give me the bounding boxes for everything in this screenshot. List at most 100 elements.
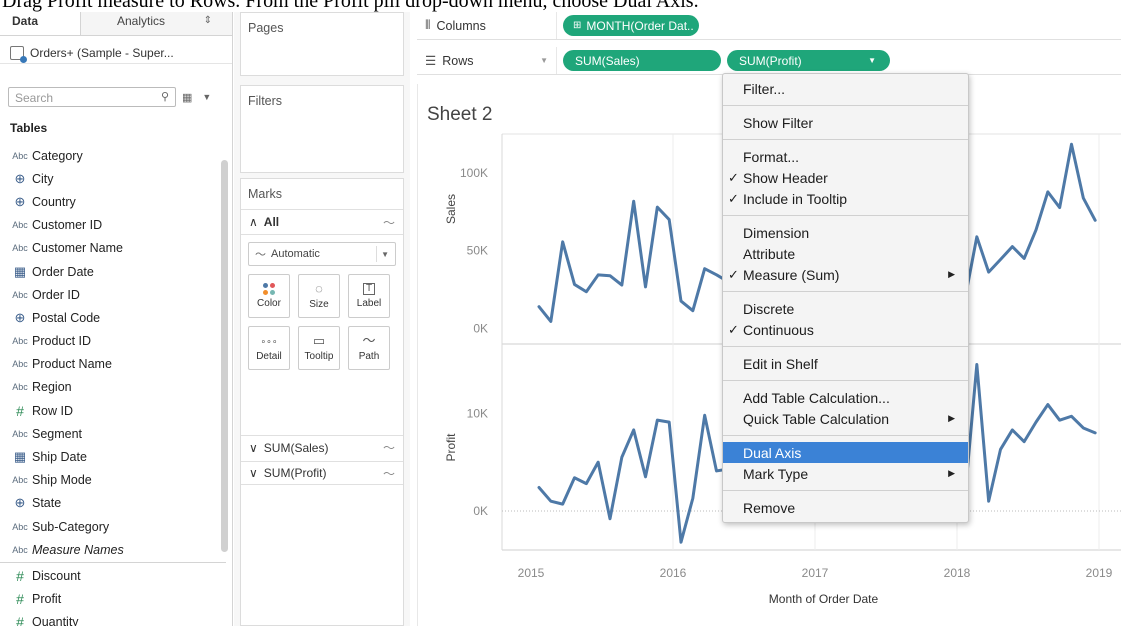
sales-line-segment [537,199,730,323]
field-ship-mode[interactable]: Abc Ship Mode [0,469,220,492]
field-name: Measure Names [32,542,124,557]
field-name: Profit [32,592,62,607]
menu-item-label: Show Header [743,169,828,186]
path-button[interactable]: 〜 Path [348,326,390,370]
menu-item-label: Dimension [743,224,810,241]
marks-profit-section[interactable]: ∨ SUM(Profit) 〜 [241,461,403,485]
field-region[interactable]: Abc Region [0,376,220,399]
marks-all-section[interactable]: ∧ All 〜 [241,209,403,235]
tab-analytics[interactable]: Analytics ⇕ [80,12,232,35]
month-order-date-pill[interactable]: ⊞ MONTH(Order Dat.. [563,15,699,36]
field-customer-id[interactable]: Abc Customer ID [0,214,220,237]
menu-separator [723,346,968,347]
globe-icon: ⊕ [14,170,26,186]
line-mark-icon: 〜 [382,466,395,481]
data-pane: Data Analytics ⇕ Orders+ (Sample - Super… [0,12,233,626]
menu-item-show-header[interactable]: ✓ Show Header [723,167,968,188]
menu-item-mark-type[interactable]: Mark Type ▶ [723,463,968,484]
menu-separator [723,490,968,491]
sales-pill-label: SUM(Sales) [575,53,640,68]
pages-card[interactable]: Pages [240,12,404,76]
chevron-down-icon[interactable]: ▼ [868,56,876,65]
sort-icon[interactable]: ⇕ [204,15,212,26]
menu-item-measure-sum[interactable]: ✓ Measure (Sum) ▶ [723,264,968,285]
menu-item-filter[interactable]: Filter... [723,78,968,99]
field-sub-category[interactable]: Abc Sub-Category [0,515,220,538]
field-postal-code[interactable]: ⊕ Postal Code [0,306,220,329]
field-city[interactable]: ⊕ City [0,167,220,190]
field-ship-date[interactable]: ▦ Ship Date [0,445,220,468]
detail-icon: ∘∘∘ [260,336,278,346]
sum-sales-pill[interactable]: SUM(Sales) [563,50,721,71]
y-tick-label: 100K [460,166,488,180]
menu-item-dual-axis[interactable]: Dual Axis [723,442,968,463]
menu-item-discrete[interactable]: Discrete [723,298,968,319]
tab-data[interactable]: Data [0,12,80,35]
detail-button[interactable]: ∘∘∘ Detail [248,326,290,370]
field-measure-names[interactable]: Abc Measure Names [0,538,220,561]
filters-card-title: Filters [248,94,283,108]
chevron-down-icon[interactable]: ▼ [540,56,548,65]
chevron-up-icon: ∧ [249,215,258,229]
datasource-icon [10,45,27,63]
field-name: Postal Code [32,310,101,325]
size-button[interactable]: ◌ Size [298,274,340,318]
field-segment[interactable]: Abc Segment [0,422,220,445]
menu-item-attribute[interactable]: Attribute [723,243,968,264]
menu-item-continuous[interactable]: ✓ Continuous [723,319,968,340]
menu-item-add-table-calculation[interactable]: Add Table Calculation... [723,387,968,408]
field-list-scrollbar[interactable] [221,160,228,552]
color-button[interactable]: Color [248,274,290,318]
marks-profit-label: SUM(Profit) [263,466,327,480]
field-list: Abc Category ⊕ City ⊕ Country Abc Customer ID Ab… [0,144,226,626]
menu-item-dimension[interactable]: Dimension [723,222,968,243]
menu-item-show-filter[interactable]: Show Filter [723,112,968,133]
menu-item-label: Filter... [743,80,786,97]
filters-card[interactable]: Filters [240,85,404,173]
field-product-name[interactable]: Abc Product Name [0,353,220,376]
marks-card-title: Marks [248,187,283,201]
field-name: Segment [32,426,83,441]
menu-item-quick-table-calculation[interactable]: Quick Table Calculation ▶ [723,408,968,429]
menu-item-remove[interactable]: Remove [723,497,968,518]
path-button-label: Path [358,351,380,362]
field-row-id[interactable]: # Row ID [0,399,220,422]
menu-item-label: Include in Tooltip [743,190,848,207]
menu-separator [723,139,968,140]
field-order-id[interactable]: Abc Order ID [0,283,220,306]
label-button[interactable]: T Label [348,274,390,318]
field-order-date[interactable]: ▦ Order Date [0,260,220,283]
pages-card-title: Pages [248,21,284,35]
tooltip-button[interactable]: ▭ Tooltip [298,326,340,370]
tooltip-button-label: Tooltip [304,351,334,362]
field-name: Category [32,148,83,163]
menu-item-label: Mark Type [743,465,809,482]
menu-item-label: Dual Axis [743,444,802,461]
sum-profit-pill[interactable]: SUM(Profit) ▼ [727,50,890,71]
x-axis-label: Month of Order Date [769,592,879,606]
menu-item-edit-in-shelf[interactable]: Edit in Shelf [723,353,968,374]
field-customer-name[interactable]: Abc Customer Name [0,237,220,260]
view-list-icon[interactable]: ▦ [182,91,192,104]
chevron-down-icon[interactable]: ▼ [202,92,211,102]
field-category[interactable]: Abc Category [0,144,220,167]
field-state[interactable]: ⊕ State [0,492,220,515]
field-product-id[interactable]: Abc Product ID [0,330,220,353]
field-profit[interactable]: # Profit [0,588,220,611]
marks-sales-section[interactable]: ∨ SUM(Sales) 〜 [241,435,403,459]
menu-item-format[interactable]: Format... [723,146,968,167]
mark-type-select[interactable]: 〜 Automatic ▼ [248,242,396,266]
profit-pill-context-menu: Filter... Show Filter Format... ✓ Show Heade… [722,73,969,523]
search-input[interactable]: Search ⚲ [8,87,176,107]
expand-icon: ⊞ [573,20,582,31]
rows-icon: ☰ [425,54,437,68]
field-country[interactable]: ⊕ Country [0,190,220,213]
number-type-icon: # [16,591,24,608]
field-quantity[interactable]: # Quantity [0,611,220,626]
line-mark-icon: 〜 [382,216,395,230]
menu-item-include-in-tooltip[interactable]: ✓ Include in Tooltip [723,188,968,209]
datasource[interactable]: Orders+ (Sample - Super... [0,36,232,64]
columns-shelf[interactable]: ⦀ Columns ⊞ MONTH(Order Dat.. [417,12,1121,40]
field-discount[interactable]: # Discount [0,564,220,587]
rows-shelf[interactable]: ☰ Rows ▼ SUM(Sales) SUM(Profit) ▼ [417,47,1121,75]
